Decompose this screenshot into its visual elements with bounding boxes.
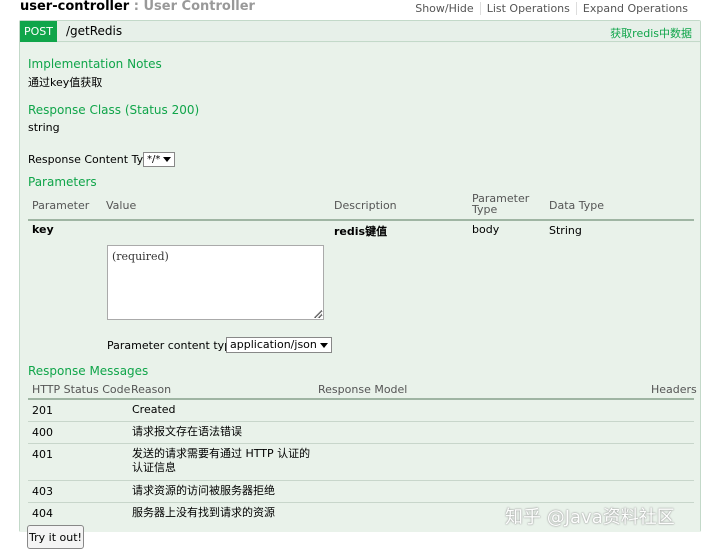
resize-handle-icon[interactable] [314, 310, 322, 318]
status-code: 404 [32, 507, 53, 520]
response-class-value: string [28, 121, 60, 134]
implementation-notes-heading: Implementation Notes [28, 57, 162, 71]
operation-body: Implementation Notes 通过key值获取 Response C… [20, 43, 700, 549]
try-it-out-button[interactable]: Try it out! [27, 525, 84, 549]
param-header-parameter-type-line2: Type [472, 203, 498, 216]
status-reason: 请求报文存在语法错误 [132, 425, 242, 438]
param-content-type-select[interactable]: application/json [226, 337, 332, 353]
status-code: 400 [32, 426, 53, 439]
table-row: 401 发送的请求需要有通过 HTTP 认证的 认证信息 [28, 444, 694, 480]
param-type: body [472, 223, 500, 236]
controller-display-name: User Controller [143, 0, 255, 14]
implementation-notes-text: 通过key值获取 [28, 76, 103, 89]
status-reason-line2: 认证信息 [132, 461, 176, 474]
watermark: 知乎 @Java资料社区 [505, 507, 675, 528]
response-content-type-label: Response Content Type [28, 153, 157, 166]
resp-header-model: Response Model [318, 383, 408, 396]
operation-panel: POST /getRedis 获取redis中数据 Implementation… [19, 20, 701, 549]
status-reason: 服务器上没有找到请求的资源 [132, 506, 275, 519]
param-header-parameter-type: Parameter Type [472, 193, 529, 215]
list-operations-link[interactable]: List Operations [479, 2, 576, 15]
table-row: 201 Created [28, 400, 694, 421]
controller-links: Show/Hide List Operations Expand Operati… [409, 2, 694, 15]
operation-header[interactable]: POST /getRedis 获取redis中数据 [20, 21, 700, 42]
table-row: 403 请求资源的访问被服务器拒绝 [28, 481, 694, 502]
controller-title[interactable]: user-controller : User Controller [20, 0, 255, 14]
status-reason: Created [132, 403, 176, 416]
param-key: key [32, 223, 54, 236]
controller-separator: : [133, 0, 139, 14]
param-content-type-value: application/json [230, 338, 317, 351]
response-content-type-select[interactable]: */* [143, 152, 176, 167]
expand-operations-link[interactable]: Expand Operations [575, 2, 694, 15]
param-header-divider [28, 219, 694, 221]
response-class-heading: Response Class (Status 200) [28, 103, 200, 117]
status-code: 401 [32, 448, 53, 461]
status-reason: 请求资源的访问被服务器拒绝 [132, 484, 275, 497]
resp-header-reason: Reason [131, 383, 172, 396]
show-hide-link[interactable]: Show/Hide [409, 2, 479, 15]
status-code: 201 [32, 404, 53, 417]
chevron-down-icon [163, 157, 172, 162]
param-description: redis键值 [334, 225, 388, 238]
status-reason-line1: 发送的请求需要有通过 HTTP 认证的 [132, 447, 311, 460]
param-content-type-label: Parameter content type: [107, 339, 242, 352]
parameters-heading: Parameters [28, 175, 97, 189]
operation-path[interactable]: /getRedis [66, 24, 122, 38]
param-data-type: String [549, 224, 582, 237]
chevron-down-icon [319, 343, 328, 348]
param-header-value: Value [106, 199, 137, 212]
param-value-textarea[interactable]: (required) [107, 245, 324, 320]
operation-summary[interactable]: 获取redis中数据 [610, 25, 692, 41]
param-header-description: Description [334, 199, 397, 212]
response-messages-heading: Response Messages [28, 364, 149, 378]
param-value-placeholder: (required) [112, 250, 169, 263]
controller-header: user-controller : User Controller Show/H… [0, 0, 720, 18]
response-content-type-value: */* [147, 154, 161, 165]
resp-header-headers: Headers [651, 383, 697, 396]
status-code: 403 [32, 485, 53, 498]
param-header-data-type: Data Type [549, 199, 605, 212]
controller-name: user-controller [20, 0, 130, 14]
method-badge[interactable]: POST [20, 21, 57, 42]
param-header-parameter: Parameter [32, 199, 90, 212]
status-reason: 发送的请求需要有通过 HTTP 认证的 认证信息 [132, 447, 310, 475]
table-row: 400 请求报文存在语法错误 [28, 422, 694, 443]
resp-header-status-code: HTTP Status Code [32, 383, 131, 396]
